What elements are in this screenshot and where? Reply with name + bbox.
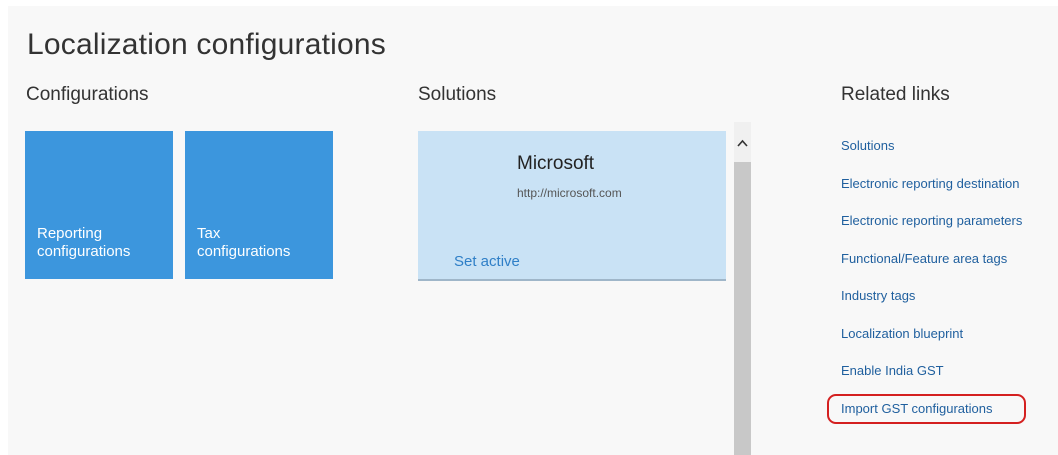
page-title: Localization configurations [27, 28, 386, 61]
link-electronic-reporting-parameters[interactable]: Electronic reporting parameters [841, 213, 1022, 251]
set-active-link[interactable]: Set active [454, 253, 520, 270]
link-electronic-reporting-destination[interactable]: Electronic reporting destination [841, 176, 1022, 214]
link-enable-india-gst[interactable]: Enable India GST [841, 363, 1022, 401]
solutions-scrollbar[interactable] [734, 122, 751, 455]
solution-name: Microsoft [517, 153, 595, 174]
reporting-configurations-tile[interactable]: Reporting configurations [25, 131, 173, 279]
scroll-thumb[interactable] [734, 162, 751, 455]
configurations-heading: Configurations [26, 84, 149, 105]
solutions-heading: Solutions [418, 84, 497, 105]
tile-label: Tax configurations [197, 225, 291, 260]
tile-label: Reporting configurations [37, 225, 131, 260]
chevron-up-icon[interactable] [734, 122, 751, 162]
solution-card-microsoft[interactable]: Microsoft http://microsoft.com Set activ… [418, 131, 726, 281]
link-import-gst-configurations[interactable]: Import GST configurations [841, 401, 1022, 439]
link-solutions[interactable]: Solutions [841, 138, 1022, 176]
link-localization-blueprint[interactable]: Localization blueprint [841, 326, 1022, 364]
related-links-heading: Related links [841, 84, 950, 105]
solution-url: http://microsoft.com [517, 186, 622, 200]
link-industry-tags[interactable]: Industry tags [841, 288, 1022, 326]
tax-configurations-tile[interactable]: Tax configurations [185, 131, 333, 279]
link-functional-feature-area-tags[interactable]: Functional/Feature area tags [841, 251, 1022, 289]
related-links-list: Solutions Electronic reporting destinati… [841, 138, 1022, 438]
